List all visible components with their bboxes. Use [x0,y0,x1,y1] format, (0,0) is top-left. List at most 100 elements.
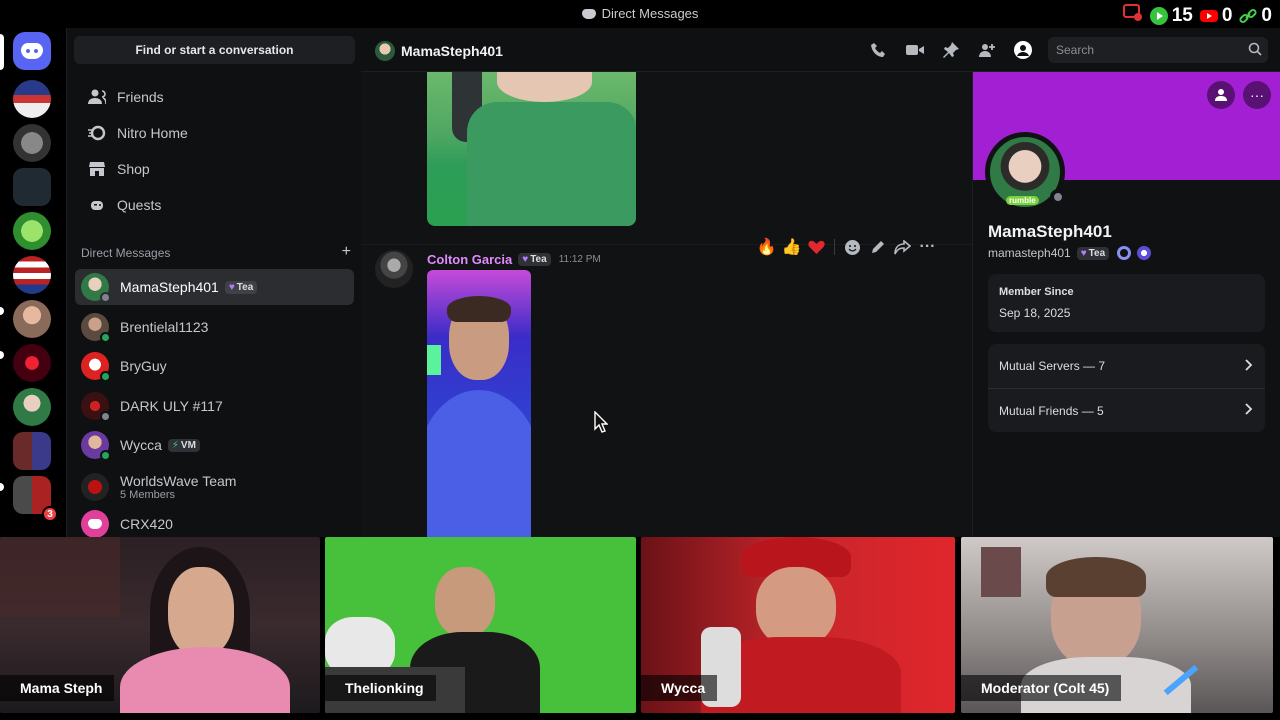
pin-icon[interactable] [941,40,961,60]
server-icon[interactable] [13,212,51,250]
chat-header: MamaSteph401 Search [361,28,1280,72]
discord-icon [88,519,102,529]
mutual-servers-row[interactable]: Mutual Servers — 7 [988,344,1265,388]
author-avatar[interactable] [375,250,413,288]
avatar [81,273,111,303]
image-attachment[interactable] [427,270,531,537]
chevron-right-icon [1245,403,1253,418]
photo-content [467,102,636,226]
nav-quests[interactable]: Quests [75,188,354,222]
server-folder[interactable] [13,432,51,470]
stream-stats: 15 0 0 [1122,4,1272,28]
dm-item-mamasteph401[interactable]: MamaSteph401 ♥ Tea [75,269,354,305]
edit-icon[interactable] [868,238,887,257]
image-attachment[interactable] [427,72,636,226]
dm-section-header: Direct Messages + [81,243,351,261]
message-actions-bar: 🔥 👍 ··· [757,234,937,260]
profile-avatar[interactable]: rumble [985,132,1066,212]
mutuals-card: Mutual Servers — 7 Mutual Friends — 5 [988,344,1265,432]
plays-stat: 15 [1149,5,1193,27]
wall-art [981,547,1021,597]
unread-pill [0,483,4,491]
heart-icon: ♥ [522,254,529,265]
add-reaction-icon[interactable] [843,238,862,257]
mutual-friends-row[interactable]: Mutual Friends — 5 [988,388,1265,432]
header-toolbar [869,40,1033,60]
video-tile[interactable]: Mama Steph [0,537,320,713]
nav-friends[interactable]: Friends [75,80,354,114]
forward-icon[interactable] [893,238,912,257]
server-icon[interactable] [13,344,51,382]
shop-icon [87,159,107,179]
user-profile-icon[interactable] [1013,40,1033,60]
dm-item-bryguy[interactable]: BryGuy [75,348,354,384]
server-icon[interactable] [13,124,51,162]
guild-tag: ⚡ VM [167,438,200,452]
avatar [81,352,111,382]
participant-name: Thelionking [325,675,436,701]
bolt-icon: ⚡ [171,439,179,451]
add-friend-icon[interactable] [1207,81,1235,109]
more-options-icon[interactable]: ··· [1243,81,1271,109]
video-tile[interactable]: Wycca [641,537,955,713]
discord-icon [21,43,43,59]
heart-reaction-icon[interactable] [807,238,826,257]
status-online [100,332,111,343]
boost-badge-icon[interactable] [1137,246,1152,260]
dm-item-dark-uly[interactable]: DARK ULY #117 [75,388,354,424]
home-button[interactable] [13,32,51,70]
message-list: 🔥 👍 ··· Colton Garcia ♥ Tea 11:12 PM [361,72,972,537]
nav-nitro-home[interactable]: Nitro Home [75,116,354,150]
fire-reaction-icon[interactable]: 🔥 [757,238,777,257]
participant-name: Mama Steph [0,675,115,701]
server-icon[interactable] [13,388,51,426]
video-tile[interactable]: Thelionking [325,537,636,713]
nitro-icon [87,123,107,143]
server-icon[interactable] [13,80,51,118]
dm-item-text: WorldsWave Team 5 Members [120,473,237,501]
dm-item-brentielal1123[interactable]: Brentielal1123 [75,309,354,345]
server-icon[interactable] [13,256,51,294]
status-offline [1050,189,1066,205]
avatar [375,41,395,61]
more-options-icon[interactable]: ··· [918,238,937,257]
play-icon [1149,7,1168,25]
youtube-stat: 0 [1199,5,1232,27]
search-input[interactable]: Search [1048,37,1268,63]
find-conversation-button[interactable]: Find or start a conversation [74,36,355,64]
photo-content [427,345,441,375]
avatar [81,392,111,422]
voice-call-icon[interactable] [869,40,889,60]
chat-title: MamaSteph401 [375,41,503,61]
photo-content [497,72,592,102]
video-tile[interactable]: Moderator (Colt 45) [961,537,1273,713]
face [168,567,234,657]
thumbs-up-reaction-icon[interactable]: 👍 [782,238,802,257]
server-icon[interactable] [13,168,51,206]
nav-shop[interactable]: Shop [75,152,354,186]
video-call-icon[interactable] [905,40,925,60]
author-name[interactable]: Colton Garcia [427,252,512,267]
dm-item-worldswave-team[interactable]: WorldsWave Team 5 Members [75,467,354,507]
dm-item-wycca[interactable]: Wycca ⚡ VM [75,427,354,463]
guild-tag: ♥ Tea [224,280,258,294]
heart-icon: ♥ [228,281,235,293]
heart-icon: ♥ [1080,247,1087,259]
video-call-strip: Mama Steph Thelionking Wycca Moderator (… [0,537,1280,720]
mouse-cursor-icon [594,411,608,433]
server-icon[interactable] [13,300,51,338]
search-icon [1248,42,1262,59]
avatar [81,313,111,343]
create-dm-icon[interactable]: + [342,244,351,260]
server-rail: 3 [0,28,66,538]
notification-badge: 3 [42,506,58,522]
photo-content [447,296,511,322]
unread-pill [0,307,4,315]
face [435,567,495,637]
quests-icon [87,195,107,215]
nitro-badge-icon[interactable] [1117,246,1132,260]
add-friends-icon[interactable] [977,40,997,60]
shirt [120,647,290,713]
member-since-card: Member Since Sep 18, 2025 [988,274,1265,332]
divider [834,239,835,255]
